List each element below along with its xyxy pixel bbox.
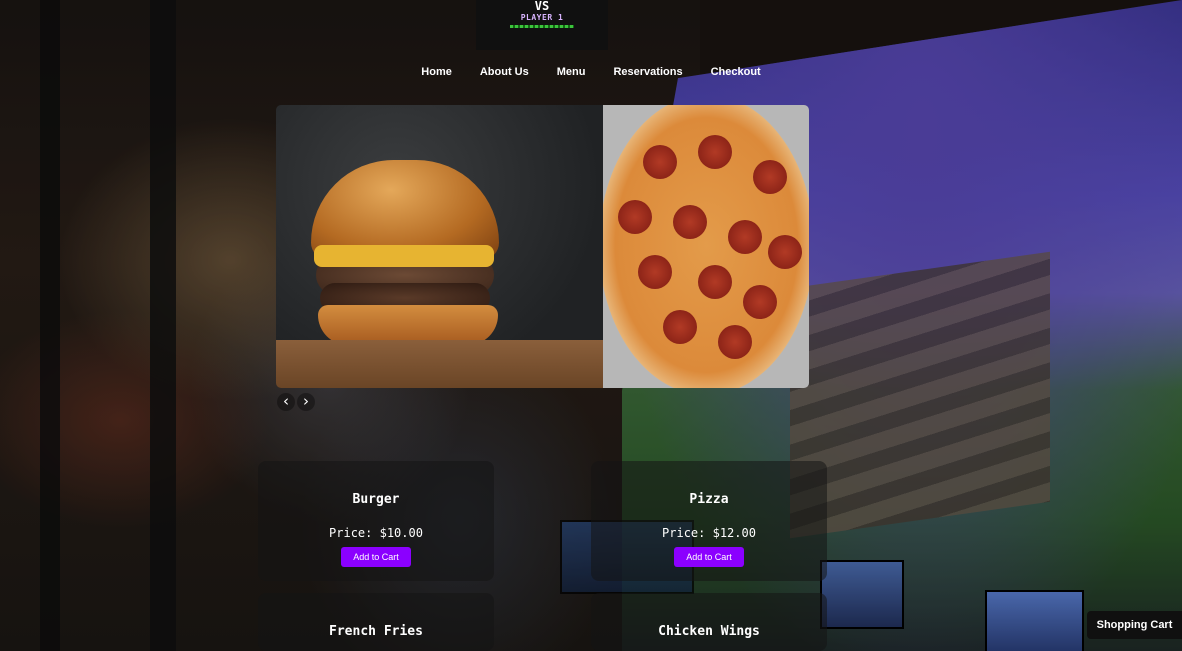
nav-about-us[interactable]: About Us: [466, 65, 543, 79]
carousel-next-button[interactable]: ›: [297, 393, 315, 411]
pepperoni: [673, 205, 707, 239]
menu-item-price: Price: $12.00: [662, 526, 756, 540]
burger-bun-bottom: [318, 305, 498, 345]
pepperoni: [643, 145, 677, 179]
menu-item-card: French Fries: [258, 593, 494, 651]
main-nav: Home About Us Menu Reservations Checkout: [0, 65, 1182, 79]
add-to-cart-button[interactable]: Add to Cart: [674, 547, 744, 567]
pepperoni: [743, 285, 777, 319]
logo-vs-text: VS: [534, 0, 550, 13]
logo-health-bar: [510, 25, 574, 28]
menu-item-card: Chicken Wings: [591, 593, 827, 651]
menu-item-name: Pizza: [689, 492, 729, 507]
carousel-prev-button[interactable]: ‹: [277, 393, 295, 411]
nav-checkout[interactable]: Checkout: [697, 65, 775, 79]
site-logo[interactable]: VS PLAYER 1: [476, 0, 608, 50]
menu-item-price: Price: $10.00: [329, 526, 423, 540]
nav-menu[interactable]: Menu: [543, 65, 600, 79]
burger-cheese: [314, 245, 494, 267]
shopping-cart-button[interactable]: Shopping Cart: [1087, 611, 1182, 639]
wooden-board: [276, 340, 603, 388]
pepperoni: [728, 220, 762, 254]
menu-item-card: Pizza Price: $12.00 Add to Cart: [591, 461, 827, 581]
nav-home[interactable]: Home: [407, 65, 466, 79]
pepperoni: [718, 325, 752, 359]
add-to-cart-button[interactable]: Add to Cart: [341, 547, 411, 567]
pepperoni: [638, 255, 672, 289]
pepperoni: [618, 200, 652, 234]
menu-item-card: Burger Price: $10.00 Add to Cart: [258, 461, 494, 581]
food-carousel: [276, 105, 809, 388]
menu-item-name: Chicken Wings: [658, 624, 760, 639]
logo-player-text: PLAYER 1: [520, 13, 564, 22]
menu-item-name: French Fries: [329, 624, 423, 639]
pizza-image: [603, 105, 809, 388]
pepperoni: [768, 235, 802, 269]
pepperoni: [753, 160, 787, 194]
burger-image: [276, 105, 603, 388]
pepperoni: [698, 135, 732, 169]
nav-reservations[interactable]: Reservations: [599, 65, 696, 79]
menu-item-name: Burger: [352, 492, 400, 507]
pepperoni: [663, 310, 697, 344]
pepperoni: [698, 265, 732, 299]
